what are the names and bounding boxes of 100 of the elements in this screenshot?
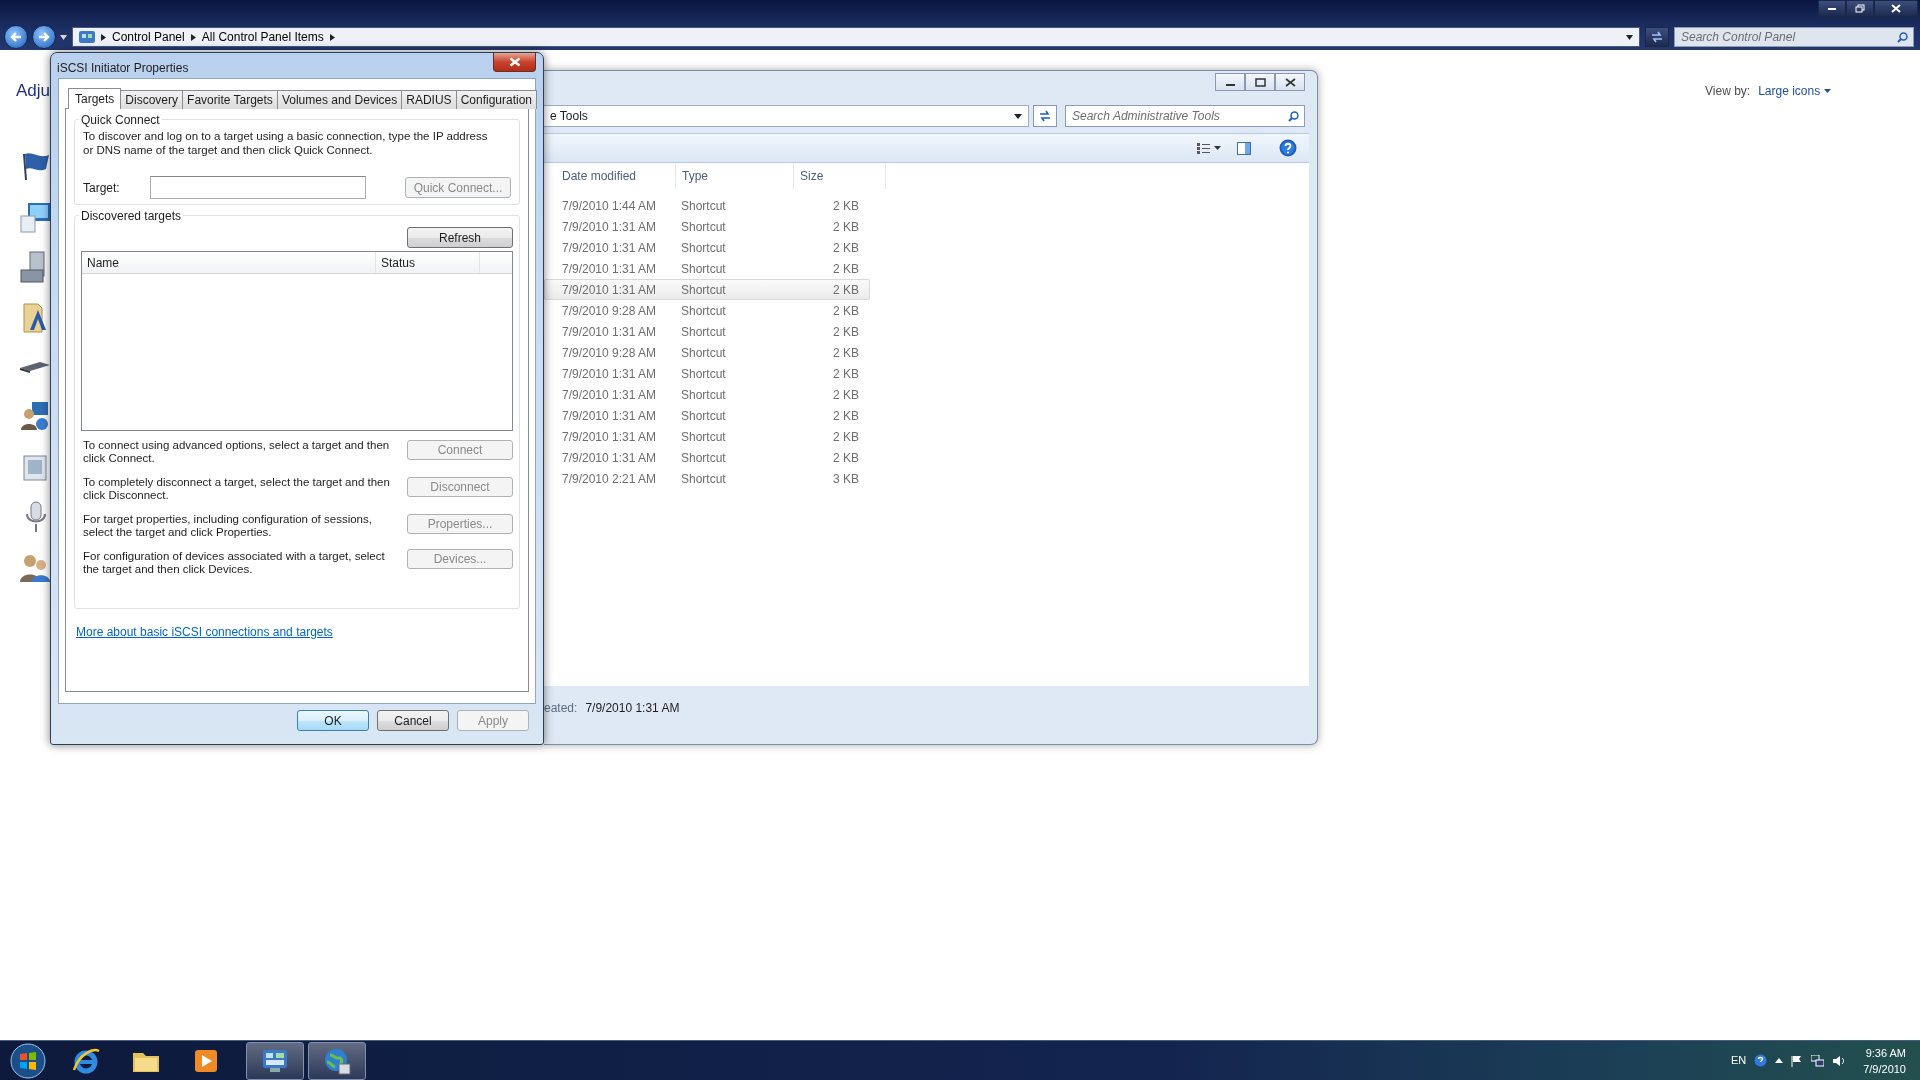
taskbar-button[interactable] xyxy=(246,1041,304,1080)
maximize-button[interactable] xyxy=(1245,73,1275,91)
date-cell-text: 7/9/2010 1:31 AM xyxy=(562,386,658,404)
help-icon[interactable] xyxy=(1754,1054,1768,1067)
help-link[interactable]: More about basic iSCSI connections and targets xyxy=(76,623,333,641)
chevron-icon xyxy=(190,33,196,41)
minimize-icon xyxy=(1225,84,1235,86)
type-cell-text: Shortcut xyxy=(681,281,727,299)
clock-date[interactable]: 7/9/2010 xyxy=(1863,1060,1906,1077)
instruction-text: For target properties, including configuration of sessions, select the target and click Properties. xyxy=(83,513,373,539)
size-cell: 2 KB xyxy=(833,366,859,381)
view-by-dropdown[interactable]: Large icons xyxy=(1758,82,1832,100)
view-by-label: View by: xyxy=(1705,83,1751,100)
date-cell-text: 7/9/2010 1:31 AM xyxy=(562,281,658,299)
back-arrow-icon xyxy=(10,31,22,43)
breadcrumb-item[interactable]: Control Panel xyxy=(112,28,185,46)
type-cell-text: Shortcut xyxy=(681,260,727,278)
type-cell-text: Shortcut xyxy=(681,365,727,383)
chevron-icon xyxy=(329,33,335,41)
refresh-icon xyxy=(1038,110,1052,122)
breadcrumb-item[interactable]: All Control Panel Items xyxy=(201,28,324,46)
language-indicator[interactable]: EN xyxy=(1730,1052,1747,1069)
date-cell-text: 7/9/2010 1:31 AM xyxy=(562,260,658,278)
close-button[interactable] xyxy=(1874,0,1918,17)
tab[interactable]: Targets xyxy=(68,88,122,109)
tab[interactable]: RADIUS xyxy=(401,90,457,109)
refresh-button[interactable] xyxy=(1033,105,1057,127)
instruction-text: For configuration of devices associated with a target, select the target and then click Devices. xyxy=(83,550,386,576)
instruction-text: To connect using advanced options, select a target and then click Connect. xyxy=(83,439,391,465)
target-list[interactable]: Name Status xyxy=(81,251,513,431)
dialog-button[interactable]: OK xyxy=(297,710,369,731)
column-header[interactable]: Status xyxy=(376,252,480,273)
close-button[interactable] xyxy=(1275,73,1305,91)
dropdown-caret-icon[interactable] xyxy=(1014,113,1022,119)
target-field[interactable] xyxy=(150,176,366,199)
date-cell-text: 7/9/2010 1:31 AM xyxy=(562,407,658,425)
dropdown-caret-icon[interactable] xyxy=(60,34,67,40)
page-heading: Adju xyxy=(16,80,51,102)
tab[interactable]: Configuration xyxy=(455,90,537,109)
date-cell-text: 7/9/2010 1:31 AM xyxy=(562,239,658,257)
size-cell: 2 KB xyxy=(833,345,859,360)
flag-icon[interactable] xyxy=(1791,1054,1804,1067)
column-header[interactable]: Name xyxy=(82,252,376,273)
dropdown-caret-icon[interactable] xyxy=(1626,34,1633,40)
details-label: eated: xyxy=(544,700,578,717)
size-cell: 2 KB xyxy=(833,324,859,339)
forward-arrow-icon xyxy=(38,31,50,43)
address-bar[interactable]: Control Panel All Control Panel Items xyxy=(72,27,1640,47)
field-label: Target: xyxy=(83,179,121,197)
windows-orb-icon[interactable] xyxy=(10,1042,46,1079)
size-cell: 2 KB xyxy=(833,198,859,213)
speaker-icon[interactable] xyxy=(1832,1054,1846,1067)
date-cell-text: 7/9/2010 2:21 AM xyxy=(562,470,658,488)
type-cell-text: Shortcut xyxy=(681,323,727,341)
details-value: 7/9/2010 1:31 AM xyxy=(585,700,680,717)
help-icon xyxy=(1279,139,1297,157)
close-button[interactable] xyxy=(493,53,536,72)
list-view-icon xyxy=(1197,142,1210,154)
address-bar[interactable]: e Tools xyxy=(544,105,1029,127)
tab[interactable]: Favorite Targets xyxy=(182,90,278,109)
dialog-button[interactable]: Cancel xyxy=(377,710,449,731)
column-header[interactable]: Date modified xyxy=(556,163,676,189)
address-text: e Tools xyxy=(550,108,588,125)
size-cell: 2 KB xyxy=(833,282,859,297)
column-header[interactable]: Size xyxy=(794,163,886,189)
instruction-text: To completely disconnect a target, select the target and then click Disconnect. xyxy=(83,476,391,502)
help-button[interactable] xyxy=(1279,139,1297,157)
size-cell: 3 KB xyxy=(833,471,859,486)
tab[interactable]: Volumes and Devices xyxy=(276,90,403,109)
view-options-button[interactable] xyxy=(1197,142,1221,154)
taskbar-button[interactable] xyxy=(308,1041,366,1080)
date-cell-text: 7/9/2010 9:28 AM xyxy=(562,344,658,362)
network-icon[interactable] xyxy=(1811,1054,1825,1067)
type-cell-text: Shortcut xyxy=(681,218,727,236)
caret-icon[interactable] xyxy=(1775,1058,1784,1063)
size-cell: 2 KB xyxy=(833,429,859,444)
type-cell-text: Shortcut xyxy=(681,302,727,320)
size-cell: 2 KB xyxy=(833,240,859,255)
date-cell-text: 7/9/2010 1:31 AM xyxy=(562,449,658,467)
type-cell-text: Shortcut xyxy=(681,470,727,488)
date-cell-text: 7/9/2010 9:28 AM xyxy=(562,302,658,320)
minimize-button[interactable] xyxy=(1818,0,1846,17)
refresh-button[interactable] xyxy=(1645,27,1669,47)
search-field[interactable]: Search Control Panel xyxy=(1674,27,1914,47)
refresh-icon xyxy=(1650,31,1664,43)
type-cell-text: Shortcut xyxy=(681,449,727,467)
list-row[interactable]: 7/9/2010 1:31 AM Shortcut 2 KB xyxy=(544,279,870,300)
restore-button[interactable] xyxy=(1846,0,1874,17)
clock-time[interactable]: 9:36 AM xyxy=(1865,1044,1906,1061)
search-field[interactable]: Search Administrative Tools xyxy=(1065,105,1305,127)
tab[interactable]: Discovery xyxy=(120,90,184,109)
monitor-icon[interactable] xyxy=(18,200,52,234)
refresh-button[interactable]: Refresh xyxy=(407,227,513,248)
column-header[interactable]: Type xyxy=(676,163,794,189)
minimize-button[interactable] xyxy=(1215,73,1245,91)
date-cell-text: 7/9/2010 1:31 AM xyxy=(562,323,658,341)
type-cell-text: Shortcut xyxy=(681,407,727,425)
restore-icon xyxy=(1855,4,1865,13)
preview-pane-button[interactable] xyxy=(1237,141,1251,155)
type-cell-text: Shortcut xyxy=(681,197,727,215)
